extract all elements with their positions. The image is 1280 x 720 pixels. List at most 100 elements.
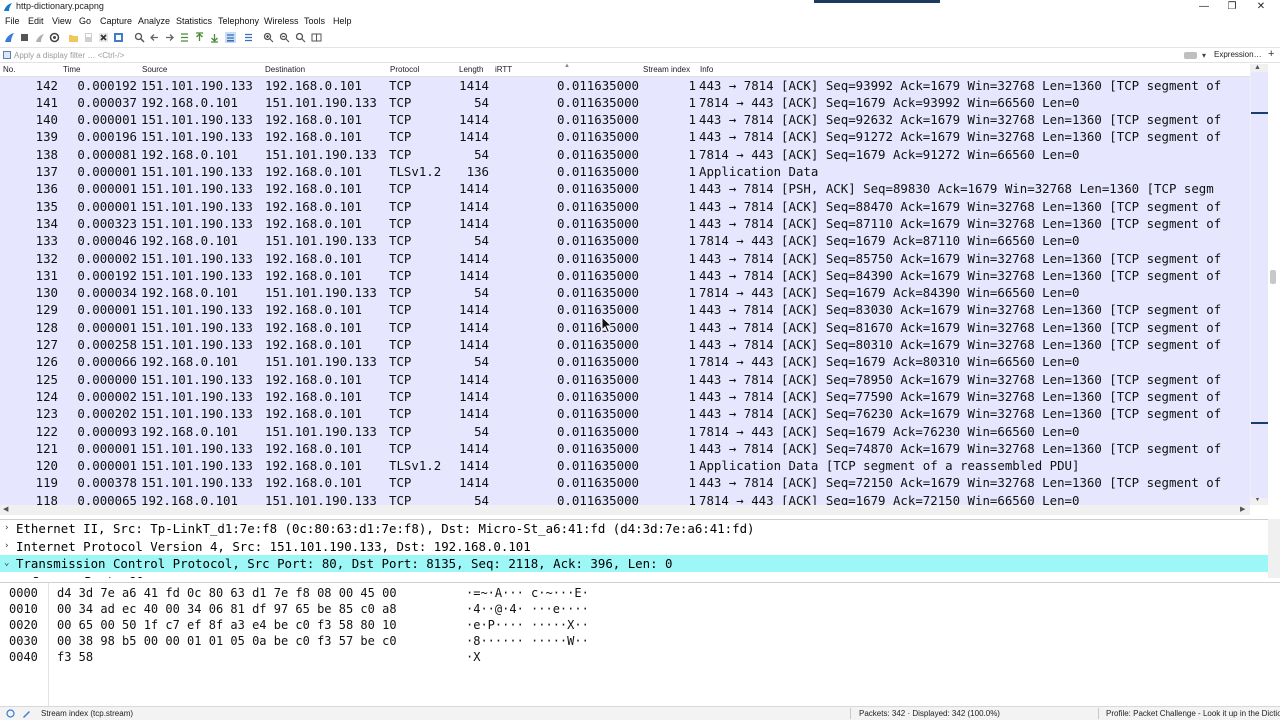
packet-row[interactable]: 139 0.000196 151.101.190.133 192.168.0.101 T… — [0, 128, 1250, 145]
column-header-stream-index[interactable]: Stream index — [643, 65, 690, 74]
go-forward-icon[interactable] — [164, 32, 175, 43]
packet-row[interactable]: 125 0.000000 151.101.190.133 192.168.0.101 T… — [0, 371, 1250, 388]
packet-row[interactable]: 121 0.000001 151.101.190.133 192.168.0.101 T… — [0, 440, 1250, 457]
packet-row[interactable]: 131 0.000192 151.101.190.133 192.168.0.101 T… — [0, 267, 1250, 284]
packet-row[interactable]: 118 0.000065 192.168.0.101 151.101.190.133 T… — [0, 492, 1250, 505]
menu-help[interactable]: Help — [333, 16, 352, 26]
close-button[interactable]: ✕ — [1247, 1, 1275, 13]
column-header-destination[interactable]: Destination — [265, 65, 305, 74]
packet-row[interactable]: 129 0.000001 151.101.190.133 192.168.0.101 T… — [0, 301, 1250, 318]
hex-offset[interactable]: 0030 — [9, 633, 38, 649]
go-to-packet-icon[interactable] — [179, 32, 190, 43]
find-packet-icon[interactable] — [134, 32, 145, 43]
hex-ascii[interactable]: ·X — [466, 649, 480, 665]
hex-bytes[interactable]: 00 38 98 b5 00 00 01 01 05 0a be c0 f3 5… — [57, 633, 397, 649]
menu-analyze[interactable]: Analyze — [138, 16, 170, 26]
hex-offset[interactable]: 0010 — [9, 601, 38, 617]
filter-history-dropdown-icon[interactable]: ▾ — [1202, 51, 1206, 60]
add-filter-button[interactable]: + — [1268, 48, 1274, 60]
packet-details-scrollbar[interactable] — [1268, 519, 1280, 578]
packet-details-pane[interactable]: › Ethernet II, Src: Tp-LinkT_d1:7e:f8 (0c… — [0, 519, 1268, 578]
hex-ascii[interactable]: ·e·P···· ·····X·· — [466, 617, 589, 633]
packet-row[interactable]: 134 0.000323 151.101.190.133 192.168.0.101 T… — [0, 215, 1250, 232]
close-file-icon[interactable] — [98, 32, 109, 43]
collapsed-chevron-icon[interactable]: › — [4, 520, 9, 537]
minimize-button[interactable]: — — [1190, 1, 1218, 13]
open-file-icon[interactable] — [68, 32, 79, 43]
packet-row[interactable]: 124 0.000002 151.101.190.133 192.168.0.101 T… — [0, 388, 1250, 405]
display-filter-input[interactable] — [14, 49, 1184, 62]
packet-row[interactable]: 133 0.000046 192.168.0.101 151.101.190.133 T… — [0, 232, 1250, 249]
hex-bytes[interactable]: d4 3d 7e a6 41 fd 0c 80 63 d1 7e f8 08 0… — [57, 585, 397, 601]
stop-capture-icon[interactable] — [19, 32, 30, 43]
restart-capture-icon[interactable] — [34, 32, 45, 43]
capture-options-icon[interactable] — [49, 32, 60, 43]
packet-list-horizontal-scrollbar[interactable]: ◀ ▶ — [0, 505, 1250, 515]
packet-row[interactable]: 135 0.000001 151.101.190.133 192.168.0.101 T… — [0, 198, 1250, 215]
packet-row[interactable]: 132 0.000002 151.101.190.133 192.168.0.101 T… — [0, 250, 1250, 267]
reload-file-icon[interactable] — [113, 32, 124, 43]
column-header-length[interactable]: Length — [459, 65, 483, 74]
packet-row[interactable]: 122 0.000093 192.168.0.101 151.101.190.133 T… — [0, 423, 1250, 440]
packet-list-minimap[interactable] — [1251, 72, 1268, 498]
detail-tree-item[interactable]: Source Port: 80 — [0, 573, 1268, 579]
go-last-packet-icon[interactable] — [209, 32, 220, 43]
expression-button[interactable]: Expression… — [1214, 50, 1262, 59]
hex-offset[interactable]: 0000 — [9, 585, 38, 601]
minimap-scroll-thumb[interactable] — [1270, 270, 1276, 284]
menu-telephony[interactable]: Telephony — [218, 16, 259, 26]
go-first-packet-icon[interactable] — [194, 32, 205, 43]
hex-ascii[interactable]: ·=~·A··· c·~···E· — [466, 585, 589, 601]
packet-row[interactable]: 136 0.000001 151.101.190.133 192.168.0.101 T… — [0, 180, 1250, 197]
packet-row[interactable]: 126 0.000066 192.168.0.101 151.101.190.133 T… — [0, 353, 1250, 370]
zoom-in-icon[interactable] — [263, 32, 274, 43]
detail-tree-item[interactable]: ⌄ Transmission Control Protocol, Src Port… — [0, 555, 1268, 572]
column-header-irtt[interactable]: iRTT — [495, 65, 512, 74]
capture-comment-icon[interactable] — [22, 709, 31, 718]
hex-bytes[interactable]: 00 34 ad ec 40 00 34 06 81 df 97 65 be 8… — [57, 601, 397, 617]
hex-bytes[interactable]: f3 58 — [57, 649, 93, 665]
maximize-button[interactable]: ❐ — [1218, 1, 1246, 13]
zoom-out-icon[interactable] — [279, 32, 290, 43]
packet-row[interactable]: 128 0.000001 151.101.190.133 192.168.0.101 T… — [0, 319, 1250, 336]
hex-offset[interactable]: 0040 — [9, 649, 38, 665]
collapsed-chevron-icon[interactable]: › — [4, 538, 9, 555]
packet-row[interactable]: 127 0.000258 151.101.190.133 192.168.0.101 T… — [0, 336, 1250, 353]
hex-ascii[interactable]: ·4··@·4· ···e···· — [466, 601, 589, 617]
column-header-time[interactable]: Time — [63, 65, 80, 74]
hex-offset[interactable]: 0020 — [9, 617, 38, 633]
expert-info-icon[interactable] — [6, 709, 15, 718]
packet-row[interactable]: 123 0.000202 151.101.190.133 192.168.0.101 T… — [0, 405, 1250, 422]
save-file-icon[interactable] — [83, 32, 94, 43]
column-header-info[interactable]: Info — [700, 65, 713, 74]
column-header-protocol[interactable]: Protocol — [390, 65, 419, 74]
column-header-no[interactable]: No. — [3, 65, 15, 74]
colorize-icon[interactable] — [243, 32, 254, 43]
packet-row[interactable]: 140 0.000001 151.101.190.133 192.168.0.101 T… — [0, 111, 1250, 128]
detail-tree-item[interactable]: › Internet Protocol Version 4, Src: 151.1… — [0, 538, 1268, 555]
packet-row[interactable]: 120 0.000001 151.101.190.133 192.168.0.101 T… — [0, 457, 1250, 474]
packet-row[interactable]: 138 0.000081 192.168.0.101 151.101.190.133 T… — [0, 146, 1250, 163]
menu-statistics[interactable]: Statistics — [176, 16, 212, 26]
packet-row[interactable]: 119 0.000378 151.101.190.133 192.168.0.101 T… — [0, 474, 1250, 491]
menu-file[interactable]: File — [5, 16, 20, 26]
status-profile[interactable]: Profile: Packet Challenge - Look it up i… — [1106, 709, 1280, 718]
menu-view[interactable]: View — [52, 16, 71, 26]
filter-bookmark-icon[interactable] — [3, 51, 11, 59]
packet-list[interactable]: 142 0.000192 151.101.190.133 192.168.0.101 T… — [0, 77, 1250, 505]
hex-bytes[interactable]: 00 65 00 50 1f c7 ef 8f a3 e4 be c0 f3 5… — [57, 617, 397, 633]
packet-row[interactable]: 137 0.000001 151.101.190.133 192.168.0.101 T… — [0, 163, 1250, 180]
hex-ascii[interactable]: ·8······ ·····W·· — [466, 633, 589, 649]
detail-tree-item[interactable]: › Ethernet II, Src: Tp-LinkT_d1:7e:f8 (0c… — [0, 520, 1268, 537]
column-header-source[interactable]: Source — [142, 65, 167, 74]
packet-row[interactable]: 142 0.000192 151.101.190.133 192.168.0.101 T… — [0, 77, 1250, 94]
normal-size-icon[interactable] — [295, 32, 306, 43]
menu-tools[interactable]: Tools — [304, 16, 325, 26]
expanded-chevron-icon[interactable]: ⌄ — [4, 555, 9, 572]
auto-scroll-icon[interactable] — [225, 32, 236, 43]
start-capture-icon[interactable] — [4, 32, 15, 43]
packet-bytes-pane[interactable]: 0000 d4 3d 7e a6 41 fd 0c 80 63 d1 7e f8 … — [0, 582, 1280, 707]
menu-capture[interactable]: Capture — [100, 16, 132, 26]
menu-go[interactable]: Go — [79, 16, 91, 26]
go-back-icon[interactable] — [149, 32, 160, 43]
